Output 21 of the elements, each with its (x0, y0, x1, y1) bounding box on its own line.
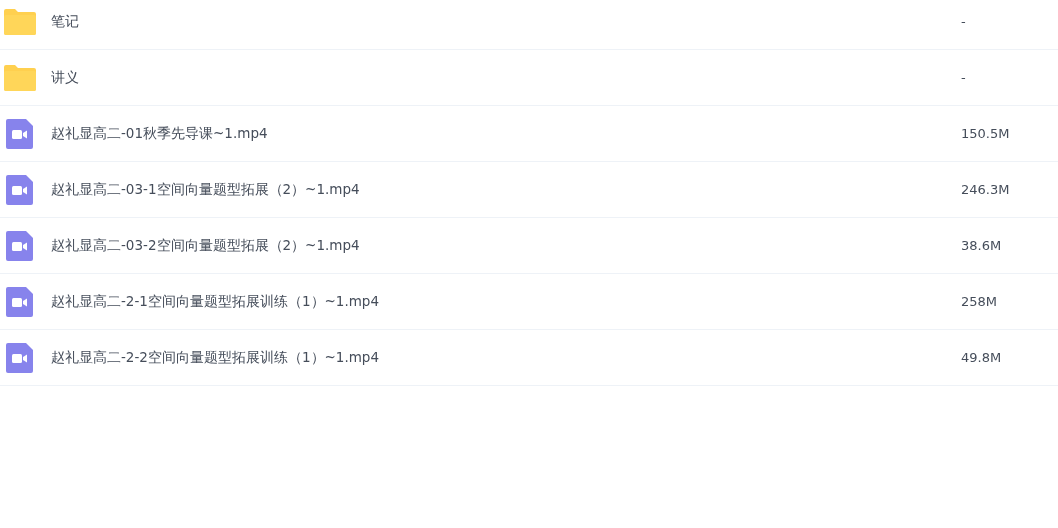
file-size: 38.6M (961, 238, 1003, 253)
file-size: 246.3M (961, 182, 1011, 197)
file-name[interactable]: 笔记 (51, 12, 961, 31)
file-name[interactable]: 讲义 (51, 68, 961, 87)
file-name[interactable]: 赵礼显高二-03-1空间向量题型拓展（2）~1.mp4 (51, 180, 961, 199)
file-name[interactable]: 赵礼显高二-2-1空间向量题型拓展训练（1）~1.mp4 (51, 292, 961, 311)
file-size: - (961, 70, 967, 85)
video-file-icon (6, 230, 33, 261)
file-size: - (961, 14, 967, 29)
file-size: 49.8M (961, 350, 1003, 365)
file-size: 258M (961, 294, 999, 309)
folder-icon (4, 64, 36, 91)
file-size: 150.5M (961, 126, 1011, 141)
video-file-icon (6, 286, 33, 317)
video-file-icon (6, 118, 33, 149)
file-name[interactable]: 赵礼显高二-01秋季先导课~1.mp4 (51, 124, 961, 143)
file-name[interactable]: 赵礼显高二-03-2空间向量题型拓展（2）~1.mp4 (51, 236, 961, 255)
video-file-icon (6, 174, 33, 205)
video-file-icon (6, 342, 33, 373)
folder-icon (4, 8, 36, 35)
file-name[interactable]: 赵礼显高二-2-2空间向量题型拓展训练（1）~1.mp4 (51, 348, 961, 367)
